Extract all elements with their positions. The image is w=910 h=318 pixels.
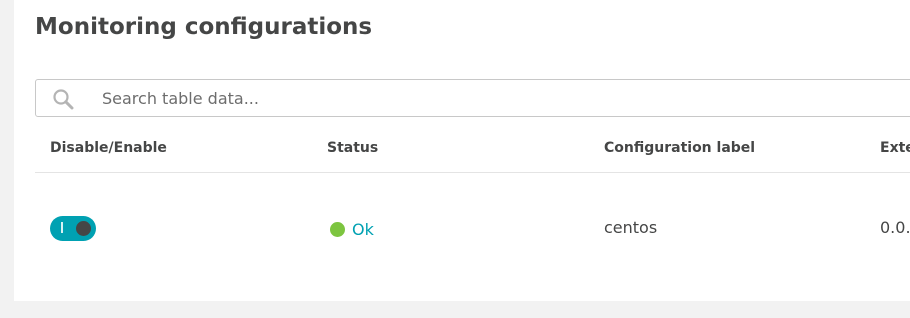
status-link[interactable]: Ok: [352, 220, 374, 239]
enable-toggle[interactable]: [50, 216, 96, 241]
toggle-on-mark: [61, 222, 63, 233]
configuration-label-cell: centos: [604, 218, 658, 237]
search-icon: [52, 88, 76, 110]
table-row: Ok centos 0.0.: [35, 173, 910, 283]
page-title: Monitoring configurations: [35, 14, 373, 40]
column-header-status[interactable]: Status: [327, 140, 378, 156]
monitoring-configurations-panel: Monitoring configurations Disable/Enable…: [14, 0, 910, 301]
status-cell: Ok: [330, 218, 374, 240]
status-ok-dot-icon: [330, 221, 345, 237]
column-header-disable-enable[interactable]: Disable/Enable: [50, 140, 167, 156]
search-input[interactable]: [102, 86, 802, 110]
toggle-knob: [76, 221, 91, 236]
table-header: Disable/Enable Status Configuration labe…: [35, 125, 910, 173]
search-box[interactable]: [35, 79, 910, 117]
extension-version-cell: 0.0.: [880, 218, 910, 237]
column-header-extension-version[interactable]: Exte: [880, 140, 910, 156]
column-header-configuration-label[interactable]: Configuration label: [604, 140, 755, 156]
